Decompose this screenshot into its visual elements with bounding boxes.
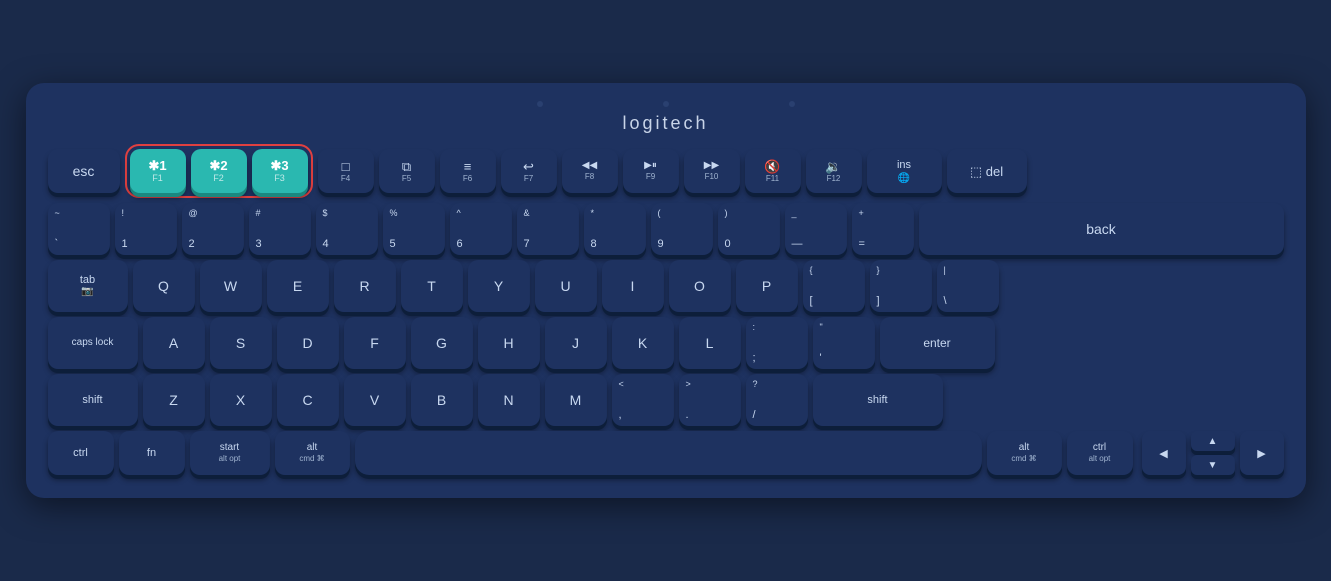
key-slash[interactable]: ? / (746, 374, 808, 426)
key-f12[interactable]: 🔉 F12 (806, 149, 862, 193)
key-alt-left[interactable]: alt cmd ⌘ (275, 431, 350, 475)
key-bt2[interactable]: ✱2 F2 (191, 149, 247, 193)
asdf-row: caps lock A S D F G H J K L : ; " ' ente… (48, 317, 1284, 369)
key-d[interactable]: D (277, 317, 339, 369)
key-0[interactable]: ) 0 (718, 203, 780, 255)
logo: logitech (48, 113, 1284, 134)
key-g[interactable]: G (411, 317, 473, 369)
key-arrow-right[interactable]: ▶ (1240, 431, 1284, 475)
key-3[interactable]: # 3 (249, 203, 311, 255)
key-bt1[interactable]: ✱1 F1 (130, 149, 186, 193)
key-comma[interactable]: < , (612, 374, 674, 426)
key-f6[interactable]: ≡ F6 (440, 149, 496, 193)
key-l[interactable]: L (679, 317, 741, 369)
key-a[interactable]: A (143, 317, 205, 369)
key-shift-left[interactable]: shift (48, 374, 138, 426)
key-lbracket[interactable]: { [ (803, 260, 865, 312)
key-arrow-left[interactable]: ◀ (1142, 431, 1186, 475)
zxcv-row: shift Z X C V B N M < , > . ? / shift (48, 374, 1284, 426)
key-o[interactable]: O (669, 260, 731, 312)
key-tilde[interactable]: ~ ` (48, 203, 110, 255)
key-backspace[interactable]: back (919, 203, 1284, 255)
key-period[interactable]: > . (679, 374, 741, 426)
key-5[interactable]: % 5 (383, 203, 445, 255)
key-backslash[interactable]: | \ (937, 260, 999, 312)
key-p[interactable]: P (736, 260, 798, 312)
key-f11[interactable]: 🔇 F11 (745, 149, 801, 193)
key-ctrl-left[interactable]: ctrl (48, 431, 114, 475)
key-u[interactable]: U (535, 260, 597, 312)
key-enter[interactable]: enter (880, 317, 995, 369)
key-f8[interactable]: ◀◀ F8 (562, 149, 618, 193)
key-7[interactable]: & 7 (517, 203, 579, 255)
key-h[interactable]: H (478, 317, 540, 369)
key-1[interactable]: ! 1 (115, 203, 177, 255)
key-r[interactable]: R (334, 260, 396, 312)
bottom-row: ctrl fn start alt opt alt cmd ⌘ alt cmd … (48, 431, 1284, 475)
key-y[interactable]: Y (468, 260, 530, 312)
key-s[interactable]: S (210, 317, 272, 369)
key-4[interactable]: $ 4 (316, 203, 378, 255)
arrow-group: ◀ ▲ ▼ ▶ (1142, 431, 1284, 475)
key-f[interactable]: F (344, 317, 406, 369)
bt-highlight-box: ✱1 F1 ✱2 F2 ✱3 F3 (125, 144, 313, 198)
key-ctrl-right[interactable]: ctrl alt opt (1067, 431, 1133, 475)
key-semicolon[interactable]: : ; (746, 317, 808, 369)
key-k[interactable]: K (612, 317, 674, 369)
arrow-up-down-col: ▲ ▼ (1191, 431, 1235, 475)
key-esc[interactable]: esc (48, 149, 120, 193)
key-arrow-up[interactable]: ▲ (1191, 431, 1235, 451)
key-f5[interactable]: ⧉ F5 (379, 149, 435, 193)
key-f7[interactable]: ↩ F7 (501, 149, 557, 193)
key-q[interactable]: Q (133, 260, 195, 312)
key-t[interactable]: T (401, 260, 463, 312)
key-6[interactable]: ^ 6 (450, 203, 512, 255)
num-row: ~ ` ! 1 @ 2 # 3 $ 4 % 5 ^ 6 & 7 (48, 203, 1284, 255)
fn-row: esc ✱1 F1 ✱2 F2 ✱3 F3 □ F4 ⧉ F5 ≡ (48, 144, 1284, 198)
key-f9[interactable]: ▶⏸ F9 (623, 149, 679, 193)
key-w[interactable]: W (200, 260, 262, 312)
led-center (663, 101, 669, 107)
key-b[interactable]: B (411, 374, 473, 426)
key-tab[interactable]: tab 📷 (48, 260, 128, 312)
key-bt3[interactable]: ✱3 F3 (252, 149, 308, 193)
key-z[interactable]: Z (143, 374, 205, 426)
key-x[interactable]: X (210, 374, 272, 426)
key-9[interactable]: ( 9 (651, 203, 713, 255)
key-quote[interactable]: " ' (813, 317, 875, 369)
key-rbracket[interactable]: } ] (870, 260, 932, 312)
key-ins[interactable]: ins 🌐 (867, 149, 942, 193)
key-fn[interactable]: fn (119, 431, 185, 475)
key-arrow-down[interactable]: ▼ (1191, 455, 1235, 475)
key-start[interactable]: start alt opt (190, 431, 270, 475)
keyboard: logitech esc ✱1 F1 ✱2 F2 ✱3 F3 □ F4 ⧉ (26, 83, 1306, 498)
key-minus[interactable]: _ — (785, 203, 847, 255)
key-caps-lock[interactable]: caps lock (48, 317, 138, 369)
key-2[interactable]: @ 2 (182, 203, 244, 255)
key-alt-right[interactable]: alt cmd ⌘ (987, 431, 1062, 475)
key-i[interactable]: I (602, 260, 664, 312)
key-j[interactable]: J (545, 317, 607, 369)
key-space[interactable] (355, 431, 982, 475)
key-m[interactable]: M (545, 374, 607, 426)
key-n[interactable]: N (478, 374, 540, 426)
qwerty-row: tab 📷 Q W E R T Y U I O P { [ } ] | \ (48, 260, 1284, 312)
key-f10[interactable]: ▶▶ F10 (684, 149, 740, 193)
key-v[interactable]: V (344, 374, 406, 426)
key-equals[interactable]: + = (852, 203, 914, 255)
key-f4[interactable]: □ F4 (318, 149, 374, 193)
key-del[interactable]: ⬚ del (947, 149, 1027, 193)
key-c[interactable]: C (277, 374, 339, 426)
key-e[interactable]: E (267, 260, 329, 312)
led-indicators (48, 101, 1284, 107)
key-shift-right[interactable]: shift (813, 374, 943, 426)
key-8[interactable]: * 8 (584, 203, 646, 255)
led-right (789, 101, 795, 107)
led-left (537, 101, 543, 107)
